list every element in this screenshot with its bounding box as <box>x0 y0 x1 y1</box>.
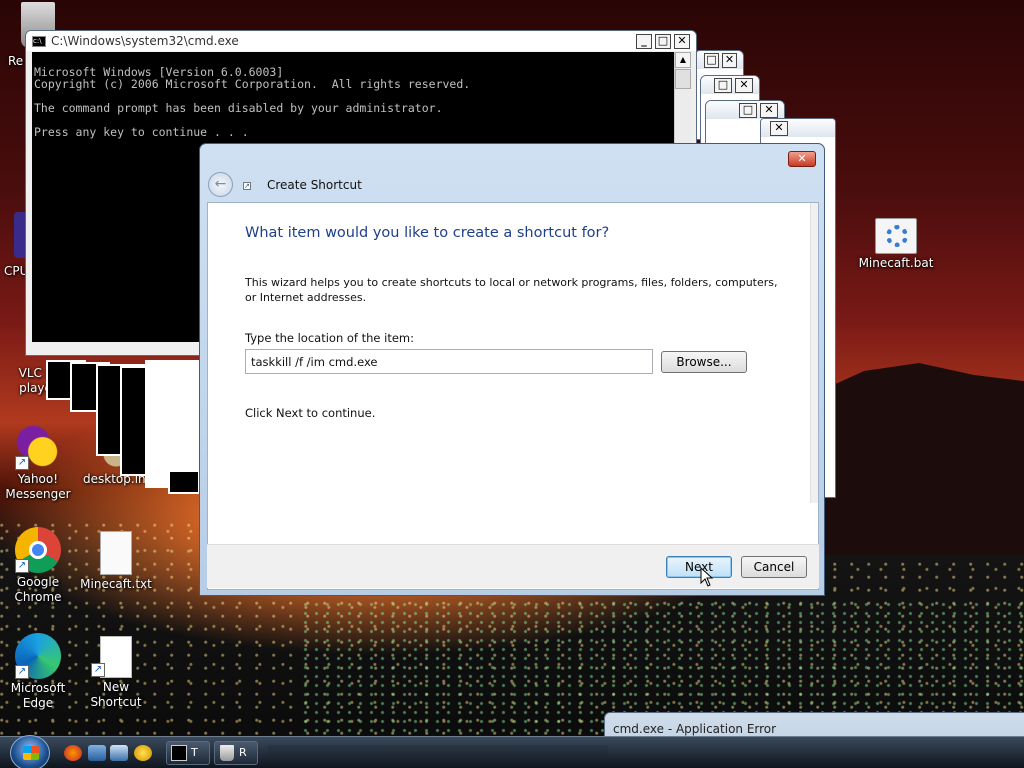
console-line: The command prompt has been disabled by … <box>34 101 443 115</box>
continue-hint: Click Next to continue. <box>245 406 376 420</box>
close-button[interactable]: ✕ <box>674 33 690 49</box>
desktop-icon-label: Google Chrome <box>14 575 62 604</box>
maximize-icon[interactable]: □ <box>714 77 732 93</box>
content-scrollbar <box>810 203 818 503</box>
maximize-icon[interactable]: □ <box>739 102 757 118</box>
cmd-titlebar[interactable]: c:\ C:\Windows\system32\cmd.exe _ □ ✕ <box>26 31 696 51</box>
mountain-silhouette <box>820 363 1024 555</box>
windows-logo-icon <box>23 746 39 760</box>
shortcut-arrow-icon: ↗ <box>15 559 29 573</box>
minimize-button[interactable]: _ <box>636 33 652 49</box>
yahoo-messenger-icon: ↗ <box>15 424 61 470</box>
desktop-icon-minecaft-bat[interactable]: Minecaft.bat <box>858 218 934 271</box>
chrome-icon: ↗ <box>15 527 61 573</box>
scroll-up-arrow-icon[interactable]: ▲ <box>675 52 691 68</box>
shortcut-arrow-icon: ↗ <box>91 663 105 677</box>
wizard-content: What item would you like to create a sho… <box>207 202 819 590</box>
desktop-icon-label: Re <box>8 54 24 68</box>
text-file-icon <box>100 531 132 575</box>
error-window-title: cmd.exe - Application Error <box>613 722 777 736</box>
desktop-icon-yahoo-messenger[interactable]: ↗ Yahoo! Messenger <box>0 424 76 502</box>
desktop-icon-label: Microsoft Edge <box>10 681 66 710</box>
blank-file-icon: ↗ <box>91 636 132 678</box>
close-icon[interactable]: ✕ <box>760 102 778 118</box>
cmd-taskbar-icon <box>171 745 187 761</box>
recycle-bin-taskbar-icon <box>220 745 234 761</box>
taskbar-button-recycle[interactable]: R <box>214 741 258 765</box>
dialog-close-button[interactable]: ✕ <box>788 151 816 167</box>
mouse-cursor-icon <box>700 567 714 587</box>
desktop-icon-label: Minecaft.txt <box>80 577 152 591</box>
shortcut-small-icon: ↗ <box>243 182 251 190</box>
desktop-icon-minecaft-txt[interactable]: Minecaft.txt <box>78 531 154 592</box>
cancel-button[interactable]: Cancel <box>741 556 807 578</box>
stacked-window <box>145 360 201 488</box>
cmd-icon: c:\ <box>32 35 46 47</box>
console-line: Copyright (c) 2006 Microsoft Corporation… <box>34 77 471 91</box>
maximize-icon[interactable]: □ <box>704 52 719 68</box>
shortcut-arrow-icon: ↗ <box>15 665 29 679</box>
desktop-icon-microsoft-edge[interactable]: ↗ Microsoft Edge <box>0 633 76 711</box>
location-label: Type the location of the item: <box>245 331 415 345</box>
firefox-icon[interactable] <box>64 745 82 761</box>
desktop-icon-google-chrome[interactable]: ↗ Google Chrome <box>0 527 76 605</box>
desktop-icon-label: Minecaft.bat <box>858 256 934 270</box>
taskbar-button-area <box>268 745 608 761</box>
browse-button[interactable]: Browse... <box>661 351 747 373</box>
location-input[interactable] <box>245 349 653 374</box>
next-button[interactable]: Next <box>666 556 732 578</box>
taskbar-button-label: R <box>239 746 247 759</box>
taskbar-button-label: T <box>191 746 198 759</box>
create-shortcut-dialog[interactable]: ✕ ← ↗ Create Shortcut What item would yo… <box>199 143 825 596</box>
edge-icon: ↗ <box>15 633 61 679</box>
maximize-button[interactable]: □ <box>655 33 671 49</box>
dialog-title: Create Shortcut <box>267 178 362 192</box>
desktop-icon-label: Yahoo! Messenger <box>5 472 71 501</box>
back-arrow-icon[interactable]: ← <box>208 172 233 197</box>
shortcut-arrow-icon: ↗ <box>15 456 29 470</box>
desktop-icon-new-shortcut[interactable]: ↗ New Shortcut <box>78 636 154 710</box>
taskbar-button-cmd[interactable]: T <box>166 741 210 765</box>
close-icon[interactable]: ✕ <box>770 120 788 136</box>
desktop-icon-label: New Shortcut <box>90 680 142 709</box>
messenger-icon[interactable] <box>134 745 152 761</box>
stacked-window <box>168 470 200 494</box>
wizard-footer: Next Cancel <box>207 544 819 588</box>
start-button[interactable] <box>10 735 50 768</box>
show-desktop-icon[interactable] <box>88 745 106 761</box>
cmd-window-title: C:\Windows\system32\cmd.exe <box>51 34 239 48</box>
batch-file-gear-icon <box>875 218 917 254</box>
taskbar: T R <box>0 735 1024 768</box>
scroll-thumb[interactable] <box>675 69 691 89</box>
close-icon[interactable]: ✕ <box>735 77 753 93</box>
console-line: Press any key to continue . . . <box>34 125 249 139</box>
switch-windows-icon[interactable] <box>110 745 128 761</box>
close-icon[interactable]: ✕ <box>722 52 737 68</box>
wizard-heading: What item would you like to create a sho… <box>245 225 610 241</box>
wizard-description: This wizard helps you to create shortcut… <box>245 276 778 304</box>
